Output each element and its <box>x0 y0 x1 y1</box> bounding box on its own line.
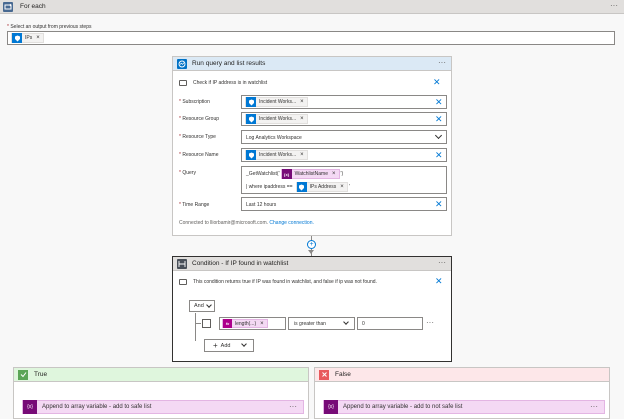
run-query-header[interactable]: Run query and list results ··· <box>173 57 451 71</box>
resource-group-field[interactable]: Incident Works... × ✕ <box>241 112 447 126</box>
condition-description: This condition returns true if IP was fo… <box>193 279 377 285</box>
row-connector <box>195 323 201 324</box>
query-editor[interactable]: _GetWatchlist(' {x} WatchlistName × ') |… <box>241 166 447 194</box>
chevron-down-icon[interactable] <box>434 131 443 140</box>
clear-field-icon[interactable]: ✕ <box>435 98 443 107</box>
condition-icon <box>177 258 187 269</box>
comment-icon <box>179 279 187 285</box>
length-function-token[interactable]: fx length(...) × <box>222 319 268 328</box>
more-options-icon[interactable]: ··· <box>590 402 598 411</box>
foreach-loop-icon <box>3 2 13 12</box>
variable-icon: {x} <box>324 400 338 414</box>
clear-field-icon[interactable]: ✕ <box>435 200 443 209</box>
subscription-token[interactable]: Incident Works... × <box>245 97 308 107</box>
run-query-card: Run query and list results ··· Check if … <box>172 56 452 236</box>
foreach-title: For each <box>20 3 46 10</box>
operator-value: is greater than <box>294 321 326 327</box>
close-icon[interactable]: ✕ <box>435 277 443 286</box>
chevron-down-icon <box>206 302 212 308</box>
query-label: * Query <box>179 170 196 176</box>
resource-group-token[interactable]: Incident Works... × <box>245 114 308 124</box>
time-range-field[interactable]: Last 12 hours ✕ <box>241 197 447 211</box>
azure-monitor-icon <box>177 58 187 69</box>
sentinel-icon <box>296 182 307 192</box>
add-condition-button[interactable]: + Add <box>204 339 254 352</box>
variable-icon: {x} <box>23 400 37 414</box>
append-safe-list-action[interactable]: {x} Append to array variable - add to sa… <box>22 400 304 414</box>
append-safe-list-title: Append to array variable - add to safe l… <box>42 404 152 410</box>
resource-name-field[interactable]: Incident Works... × ✕ <box>241 148 447 162</box>
query-line-2: | where ipaddress == IPs Address × ' <box>246 182 350 192</box>
append-not-safe-list-title: Append to array variable - add to not sa… <box>343 404 463 410</box>
time-range-label: * Time Range <box>179 202 210 208</box>
remove-token-icon[interactable]: × <box>300 152 304 158</box>
insert-step-button[interactable]: + <box>307 240 316 249</box>
condition-card: Condition - If IP found in watchlist ···… <box>172 256 452 362</box>
plus-icon: + <box>213 341 218 350</box>
chevron-down-icon <box>343 319 349 325</box>
sentinel-icon <box>246 150 256 160</box>
more-options-icon[interactable]: ··· <box>438 258 446 267</box>
false-branch: False {x} Append to array variable - add… <box>314 367 610 419</box>
group-line <box>195 313 196 341</box>
function-icon: fx <box>223 319 232 328</box>
select-output-field[interactable]: IPs × <box>7 31 615 45</box>
row-more-icon[interactable]: ··· <box>426 318 434 327</box>
subscription-field[interactable]: Incident Works... × ✕ <box>241 95 447 109</box>
run-query-title: Run query and list results <box>192 60 266 67</box>
foreach-header[interactable]: For each ··· <box>0 0 624 14</box>
sentinel-icon <box>12 33 22 43</box>
condition-right-operand[interactable]: 0 <box>357 317 423 330</box>
resource-name-token[interactable]: Incident Works... × <box>245 150 308 160</box>
resource-name-label: * Resource Name <box>179 152 219 158</box>
watchlistname-token[interactable]: {x} WatchlistName × <box>280 169 340 179</box>
append-not-safe-list-action[interactable]: {x} Append to array variable - add to no… <box>323 400 605 414</box>
clear-field-icon[interactable]: ✕ <box>435 115 443 124</box>
chevron-down-icon <box>241 341 247 347</box>
ips-address-token[interactable]: IPs Address × <box>295 182 348 192</box>
condition-header[interactable]: Condition - If IP found in watchlist ··· <box>173 257 451 271</box>
and-dropdown[interactable]: And <box>189 300 215 312</box>
sentinel-icon <box>246 114 256 124</box>
row-checkbox[interactable] <box>202 319 211 328</box>
true-branch-header[interactable]: True <box>14 368 308 382</box>
close-icon[interactable]: ✕ <box>433 78 441 87</box>
comment-icon <box>179 80 187 86</box>
arrow-down-icon <box>308 250 314 254</box>
more-options-icon[interactable]: ··· <box>289 402 297 411</box>
resource-type-label: * Resource Type <box>179 134 216 140</box>
remove-token-icon[interactable]: × <box>260 321 264 327</box>
false-branch-label: False <box>335 371 351 378</box>
condition-left-operand[interactable]: fx length(...) × <box>219 317 286 330</box>
right-operand-value: 0 <box>362 321 365 327</box>
false-branch-header[interactable]: False <box>315 368 609 382</box>
remove-token-icon[interactable]: × <box>340 184 344 190</box>
query-line-1: _GetWatchlist(' {x} WatchlistName × ') <box>246 169 344 179</box>
ips-token[interactable]: IPs × <box>11 33 44 43</box>
variable-icon: {x} <box>281 169 292 179</box>
run-query-description: Check if IP address is in watchlist <box>193 80 268 86</box>
check-icon <box>18 369 28 380</box>
remove-token-icon[interactable]: × <box>300 99 304 105</box>
operator-dropdown[interactable]: is greater than <box>288 317 355 330</box>
resource-type-value: Log Analytics Workspace <box>246 135 302 141</box>
more-options-icon[interactable]: ··· <box>438 58 446 67</box>
sentinel-icon <box>246 97 256 107</box>
resource-group-label: * Resource Group <box>179 116 220 122</box>
resource-type-dropdown[interactable]: Log Analytics Workspace <box>241 130 447 144</box>
subscription-label: * Subscription <box>179 99 210 105</box>
time-range-value: Last 12 hours <box>246 202 277 208</box>
remove-token-icon[interactable]: × <box>36 35 40 41</box>
more-options-icon[interactable]: ··· <box>610 1 618 11</box>
change-connection-link[interactable]: Change connection. <box>269 220 313 226</box>
clear-field-icon[interactable]: ✕ <box>435 151 443 160</box>
remove-token-icon[interactable]: × <box>300 116 304 122</box>
cross-icon <box>319 369 329 380</box>
condition-title: Condition - If IP found in watchlist <box>192 260 289 267</box>
connection-info: Connected to lliorbamir@microsoft.com. C… <box>179 220 314 226</box>
true-branch: True {x} Append to array variable - add … <box>13 367 309 419</box>
remove-token-icon[interactable]: × <box>332 171 336 177</box>
select-output-label: * Select an output from previous steps <box>7 24 92 30</box>
true-branch-label: True <box>34 371 48 378</box>
